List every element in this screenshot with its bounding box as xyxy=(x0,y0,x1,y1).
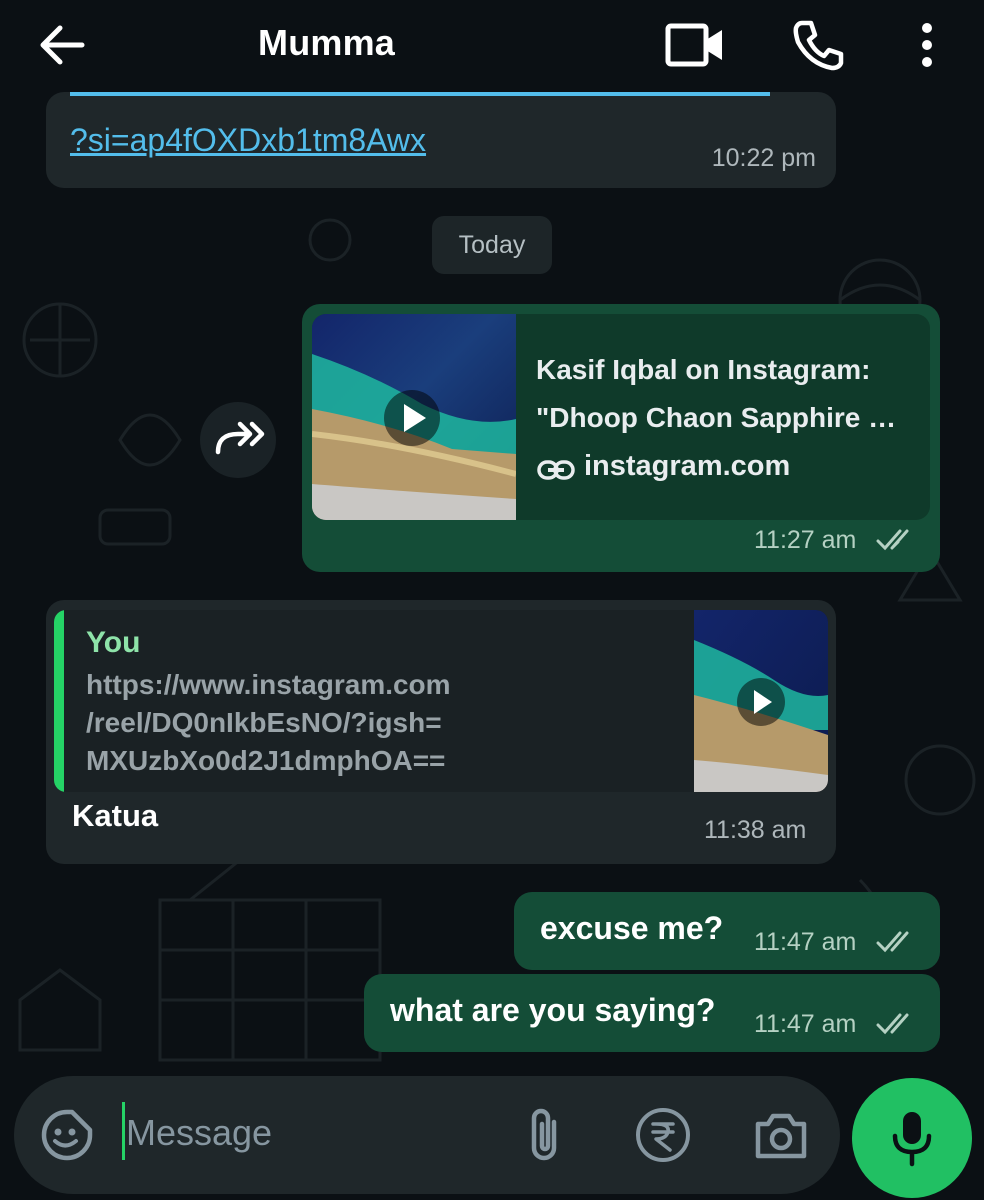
link-overflow xyxy=(70,80,770,100)
preview-title: Kasif Iqbal on Instagram: xyxy=(536,354,871,385)
read-ticks-icon xyxy=(876,529,909,551)
message-time: 11:47 am xyxy=(754,1010,857,1038)
read-ticks-icon xyxy=(876,1013,909,1035)
camera-icon[interactable] xyxy=(752,1108,810,1162)
message-outgoing[interactable]: excuse me? 11:47 am xyxy=(514,892,940,970)
quoted-text-line: /reel/DQ0nIkbEsNO/?igsh= xyxy=(86,707,442,738)
message-text: what are you saying? xyxy=(390,992,716,1028)
rupee-icon[interactable] xyxy=(634,1106,692,1164)
reel-thumbnail-image xyxy=(694,610,828,792)
mic-icon xyxy=(892,1112,932,1167)
sticker-icon[interactable] xyxy=(40,1108,94,1162)
message-list[interactable]: ?si=ap4fOXDxb1tm8Awx 10:22 pm Today Kasi… xyxy=(0,92,984,1072)
message-time: 11:38 am xyxy=(704,816,807,844)
phone-icon[interactable] xyxy=(790,18,846,72)
quoted-text-line: https://www.instagram.com xyxy=(86,669,451,700)
message-time: 11:27 am xyxy=(754,526,857,554)
message-composer[interactable]: Message xyxy=(14,1076,840,1194)
reel-thumbnail-image xyxy=(312,314,516,520)
message-time: 10:22 pm xyxy=(711,144,816,172)
voice-message-button[interactable] xyxy=(852,1078,972,1198)
message-link[interactable]: ?si=ap4fOXDxb1tm8Awx xyxy=(70,122,426,159)
quoted-message[interactable]: You https://www.instagram.com /reel/DQ0n… xyxy=(54,610,828,792)
date-separator: Today xyxy=(432,216,552,274)
message-text: Katua xyxy=(72,798,159,833)
read-ticks-icon xyxy=(876,931,909,953)
forward-button[interactable] xyxy=(200,402,276,478)
forward-icon xyxy=(215,421,265,455)
link-icon xyxy=(537,460,575,480)
video-call-icon[interactable] xyxy=(664,20,726,70)
quoted-sender: You xyxy=(86,626,141,659)
message-text: excuse me? xyxy=(540,910,724,946)
quoted-text: https://www.instagram.com /reel/DQ0nIkbE… xyxy=(86,666,506,780)
attach-icon[interactable] xyxy=(520,1106,568,1164)
quoted-thumbnail xyxy=(694,610,828,792)
message-incoming-reply[interactable]: You https://www.instagram.com /reel/DQ0n… xyxy=(46,600,836,864)
link-preview-card[interactable]: Kasif Iqbal on Instagram: "Dhoop Chaon S… xyxy=(312,314,930,520)
message-input[interactable]: Message xyxy=(126,1112,272,1154)
message-outgoing[interactable]: what are you saying? 11:47 am xyxy=(364,974,940,1052)
more-vertical-icon[interactable] xyxy=(912,20,942,70)
preview-domain: instagram.com xyxy=(584,450,791,482)
message-outgoing-link-preview[interactable]: Kasif Iqbal on Instagram: "Dhoop Chaon S… xyxy=(302,304,940,572)
preview-thumbnail[interactable] xyxy=(312,314,516,520)
text-caret xyxy=(122,1102,125,1160)
quoted-text-line: MXUzbXo0d2J1dmphOA== xyxy=(86,745,446,776)
message-incoming-link[interactable]: ?si=ap4fOXDxb1tm8Awx 10:22 pm xyxy=(46,92,836,188)
back-arrow-icon[interactable] xyxy=(38,22,86,68)
preview-description: "Dhoop Chaon Sapphire … xyxy=(536,402,897,433)
contact-name[interactable]: Mumma xyxy=(258,22,395,64)
message-time: 11:47 am xyxy=(754,928,857,956)
quote-bar xyxy=(54,610,64,792)
